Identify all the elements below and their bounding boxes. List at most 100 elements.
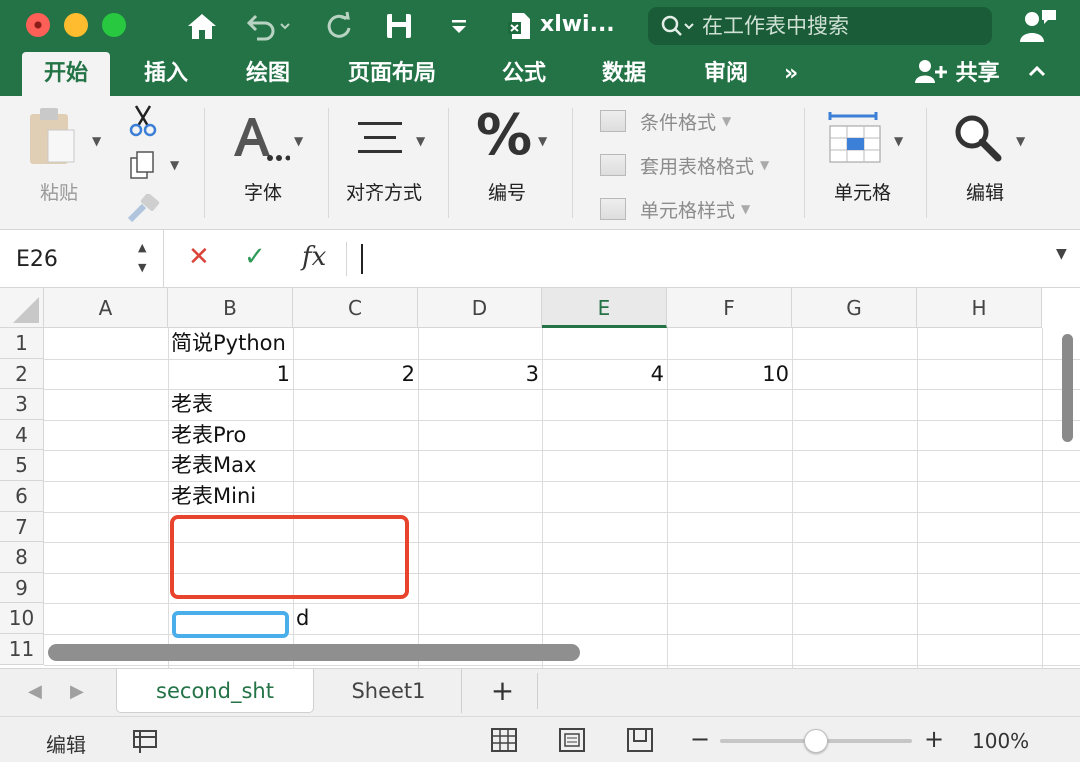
- close-window-button[interactable]: [26, 13, 50, 37]
- align-dropdown-icon[interactable]: ▼: [416, 134, 425, 148]
- cell-styles-button[interactable]: 单元格样式 ▼: [600, 194, 750, 224]
- account-icon[interactable]: [1018, 8, 1058, 48]
- row-header-3[interactable]: 3: [0, 389, 44, 420]
- cells-dropdown-icon[interactable]: ▼: [894, 134, 903, 148]
- ribbon-separator: [328, 108, 329, 218]
- tab-draw[interactable]: 绘图: [246, 52, 290, 96]
- edit-dropdown-icon[interactable]: ▼: [1016, 134, 1025, 148]
- column-header-h[interactable]: H: [917, 288, 1042, 328]
- cancel-entry-icon[interactable]: ✕: [188, 242, 210, 272]
- zoom-in-button[interactable]: +: [924, 725, 944, 753]
- share-button[interactable]: 共享: [914, 52, 1000, 96]
- row-header-7[interactable]: 7: [0, 511, 44, 543]
- cell-styles-label: 单元格样式: [640, 199, 736, 222]
- copy-icon[interactable]: [128, 150, 158, 180]
- font-group[interactable]: ▼ 字体: [210, 96, 326, 230]
- cell-e2[interactable]: 4: [542, 359, 667, 390]
- alignment-group[interactable]: ▼ 对齐方式: [334, 96, 446, 230]
- name-box[interactable]: ▲▼: [0, 230, 164, 288]
- add-sheet-button[interactable]: +: [468, 673, 538, 709]
- paste-dropdown-icon[interactable]: ▼: [92, 134, 101, 148]
- row-header-8[interactable]: 8: [0, 542, 44, 573]
- zoom-level[interactable]: 100%: [972, 729, 1029, 753]
- worksheet-grid[interactable]: ABCDEFGH 1 2 3 4 5 6 7 8 9 10 11 简说Python 1 2 3 4 10 老表老…: [0, 288, 1080, 668]
- tab-insert[interactable]: 插入: [144, 52, 188, 96]
- save-icon[interactable]: [382, 8, 416, 44]
- select-all-button[interactable]: [0, 288, 44, 328]
- cell-b2[interactable]: 1: [168, 359, 293, 390]
- sheet-tab-sheet1[interactable]: Sheet1: [316, 669, 462, 713]
- cell-b5[interactable]: 老表Max: [168, 450, 259, 481]
- maximize-window-button[interactable]: [102, 13, 126, 37]
- cell-d2[interactable]: 3: [418, 359, 542, 390]
- column-header-f[interactable]: F: [667, 288, 792, 328]
- tab-data[interactable]: 数据: [602, 52, 646, 96]
- cells-group[interactable]: ▼ 单元格: [810, 96, 922, 230]
- format-as-table-button[interactable]: 套用表格格式 ▼: [600, 150, 769, 180]
- expand-formula-bar-icon[interactable]: ▼: [1056, 246, 1067, 262]
- column-header-e[interactable]: E: [542, 288, 667, 328]
- customize-toolbar-icon[interactable]: [446, 8, 472, 44]
- column-header-c[interactable]: C: [293, 288, 418, 328]
- row-header-9[interactable]: 9: [0, 572, 44, 604]
- cells-icon: [828, 112, 881, 163]
- collapse-ribbon-icon[interactable]: [1026, 60, 1048, 88]
- paste-icon[interactable]: [26, 106, 80, 168]
- row-header-6[interactable]: 6: [0, 481, 44, 512]
- sheet-tab-second-sht[interactable]: second_sht: [116, 669, 314, 713]
- tab-home[interactable]: 开始: [22, 52, 111, 96]
- name-box-input[interactable]: [16, 244, 128, 274]
- editing-group[interactable]: ▼ 编辑: [932, 96, 1044, 230]
- horizontal-scrollbar[interactable]: [48, 644, 580, 661]
- format-as-table-label: 套用表格格式: [640, 155, 755, 178]
- cell-c10[interactable]: d: [293, 603, 312, 634]
- copy-dropdown-icon[interactable]: ▼: [170, 158, 179, 172]
- normal-view-icon[interactable]: [490, 727, 518, 753]
- cell-f2[interactable]: 10: [667, 359, 792, 390]
- undo-icon[interactable]: [244, 8, 292, 44]
- conditional-formatting-button[interactable]: 条件格式 ▼: [600, 106, 731, 136]
- more-tabs-button[interactable]: »: [784, 52, 798, 96]
- prev-sheet-icon[interactable]: ◀: [28, 681, 42, 702]
- font-dropdown-icon[interactable]: ▼: [294, 134, 303, 148]
- next-sheet-icon[interactable]: ▶: [70, 681, 84, 702]
- insert-function-button[interactable]: fx: [302, 242, 326, 272]
- name-box-stepper-icon[interactable]: ▲ ▼: [138, 238, 146, 278]
- cut-icon[interactable]: [128, 104, 158, 138]
- zoom-slider-handle[interactable]: [804, 729, 828, 753]
- number-group[interactable]: % ▼ 编号: [454, 96, 566, 230]
- column-header-g[interactable]: G: [792, 288, 917, 328]
- cell-b4[interactable]: 老表Pro: [168, 420, 249, 451]
- vertical-scrollbar[interactable]: [1062, 334, 1073, 442]
- row-header-10[interactable]: 10: [0, 603, 44, 634]
- column-header-a[interactable]: A: [44, 288, 168, 328]
- home-icon[interactable]: [184, 8, 220, 44]
- formula-input[interactable]: [346, 242, 1046, 276]
- format-painter-icon[interactable]: [126, 194, 160, 224]
- row-header-11[interactable]: 11: [0, 634, 44, 665]
- row-header-5[interactable]: 5: [0, 450, 44, 481]
- column-header-d[interactable]: D: [418, 288, 542, 328]
- column-header-b[interactable]: B: [168, 288, 293, 328]
- zoom-out-button[interactable]: −: [690, 725, 710, 753]
- tab-formulas[interactable]: 公式: [502, 52, 546, 96]
- row-header-2[interactable]: 2: [0, 358, 44, 390]
- confirm-entry-icon[interactable]: ✓: [244, 242, 266, 272]
- search-input[interactable]: [702, 14, 992, 38]
- cell-b6[interactable]: 老表Mini: [168, 481, 259, 512]
- row-header-4[interactable]: 4: [0, 419, 44, 451]
- cell-c2[interactable]: 2: [293, 359, 418, 390]
- tab-page-layout[interactable]: 页面布局: [348, 52, 436, 96]
- redo-icon[interactable]: [322, 8, 356, 44]
- cell-b3[interactable]: 老表: [168, 389, 216, 420]
- page-break-view-icon[interactable]: [626, 727, 654, 753]
- tab-review[interactable]: 审阅: [704, 52, 748, 96]
- page-layout-view-icon[interactable]: [558, 727, 586, 753]
- cell-b1[interactable]: 简说Python: [168, 328, 289, 359]
- number-dropdown-icon[interactable]: ▼: [538, 134, 547, 148]
- macro-record-icon[interactable]: [130, 727, 162, 755]
- conditional-formatting-label: 条件格式: [640, 111, 717, 134]
- search-box[interactable]: [648, 7, 992, 45]
- row-header-1[interactable]: 1: [0, 328, 44, 359]
- minimize-window-button[interactable]: [64, 13, 88, 37]
